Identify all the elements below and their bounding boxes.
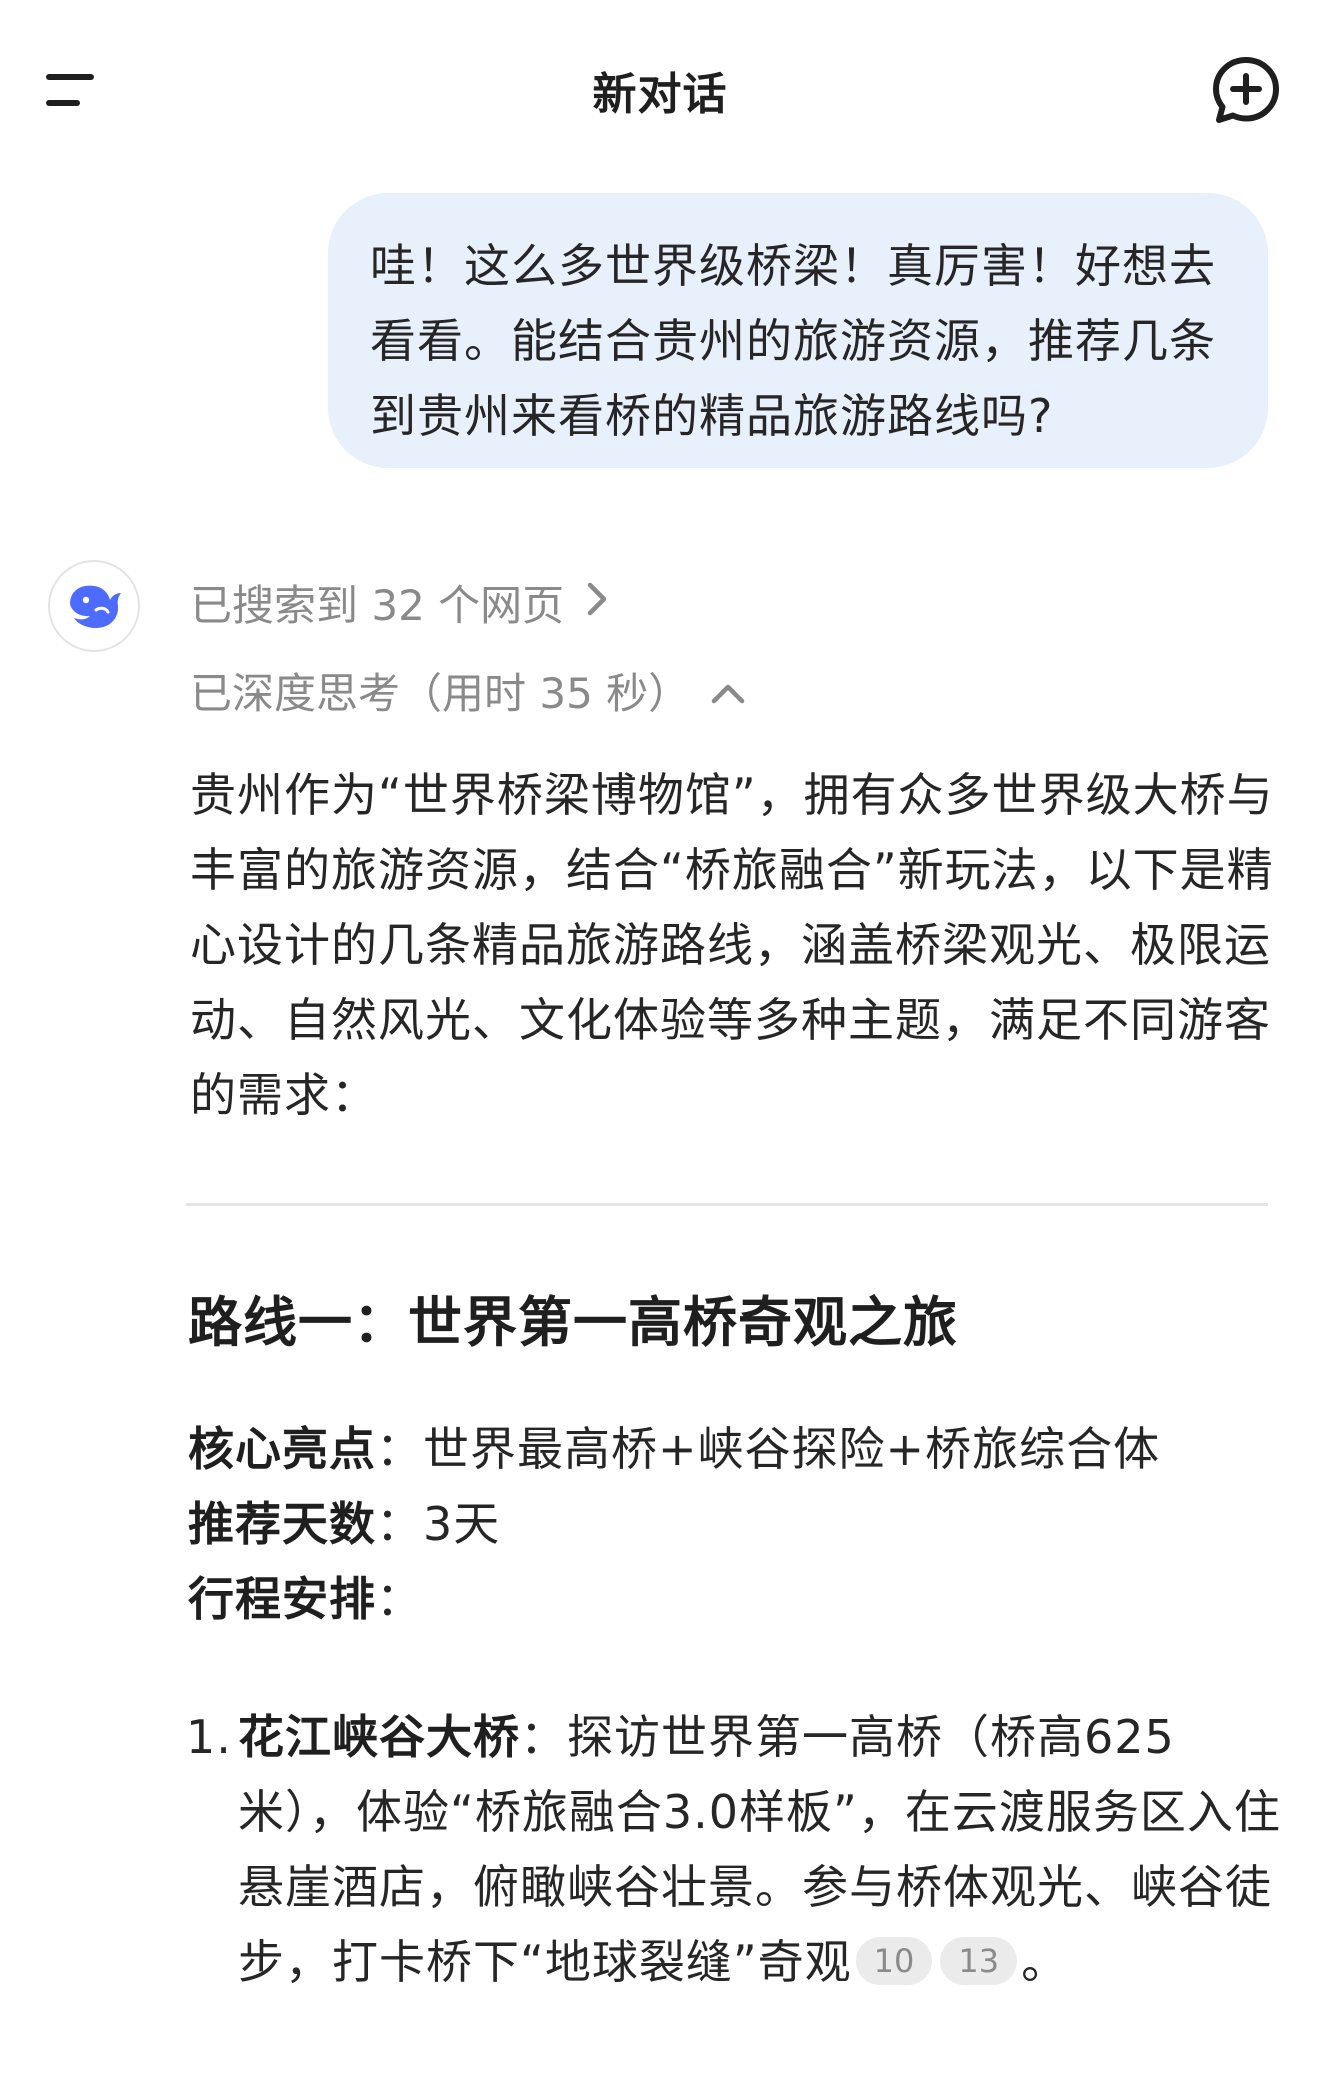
new-chat-icon [1213, 57, 1279, 123]
list-item-title: 花江峡谷大桥 [238, 1710, 520, 1764]
days-line: 推荐天数：3天 [188, 1487, 500, 1562]
whale-logo-icon [70, 585, 121, 628]
answer-intro-paragraph: 贵州作为“世界桥梁博物馆”，拥有众多世界级大桥与丰富的旅游资源，结合“桥旅融合”… [190, 768, 1274, 1122]
deep-think-toggle[interactable]: 已深度思考（用时 35 秒） [190, 660, 746, 720]
chevron-right-icon [586, 578, 608, 627]
colon: ： [376, 1422, 423, 1476]
colon: ： [376, 1497, 423, 1551]
highlights-line: 核心亮点：世界最高桥+峡谷探险+桥旅综合体 [188, 1412, 1160, 1487]
divider [186, 1203, 1268, 1206]
citation-badge[interactable]: 10 [855, 1937, 933, 1985]
highlights-label: 核心亮点 [188, 1422, 376, 1476]
highlights-value: 世界最高桥+峡谷探险+桥旅综合体 [423, 1422, 1161, 1476]
list-item-end: 。 [1021, 1935, 1069, 1989]
itinerary-label: 行程安排 [188, 1572, 376, 1626]
colon: ： [376, 1572, 423, 1626]
user-message-bubble: 哇！这么多世界级桥梁！真厉害！好想去看看。能结合贵州的旅游资源，推荐几条到贵州来… [328, 193, 1268, 468]
web-search-status[interactable]: 已搜索到 32 个网页 [190, 572, 608, 632]
top-bar: 新对话 [0, 0, 1320, 180]
citation-badge[interactable]: 13 [940, 1937, 1018, 1985]
page-title: 新对话 [592, 69, 728, 120]
deep-think-label: 已深度思考（用时 35 秒） [190, 668, 691, 718]
list-number: 1. [186, 1710, 232, 1764]
days-label: 推荐天数 [188, 1497, 376, 1551]
list-item: 1. 花江峡谷大桥：探访世界第一高桥（桥高625米），体验“桥旅融合3.0样板”… [186, 1700, 1286, 2000]
chevron-up-icon [710, 666, 746, 715]
route-heading: 路线一：世界第一高桥奇观之旅 [188, 1291, 958, 1354]
itinerary-line: 行程安排： [188, 1562, 423, 1637]
list-item-body: 花江峡谷大桥：探访世界第一高桥（桥高625米），体验“桥旅融合3.0样板”，在云… [186, 1700, 1286, 2000]
new-chat-button[interactable] [1208, 52, 1284, 128]
web-search-status-label: 已搜索到 32 个网页 [190, 580, 565, 630]
assistant-avatar [48, 560, 140, 652]
days-value: 3天 [423, 1497, 501, 1551]
